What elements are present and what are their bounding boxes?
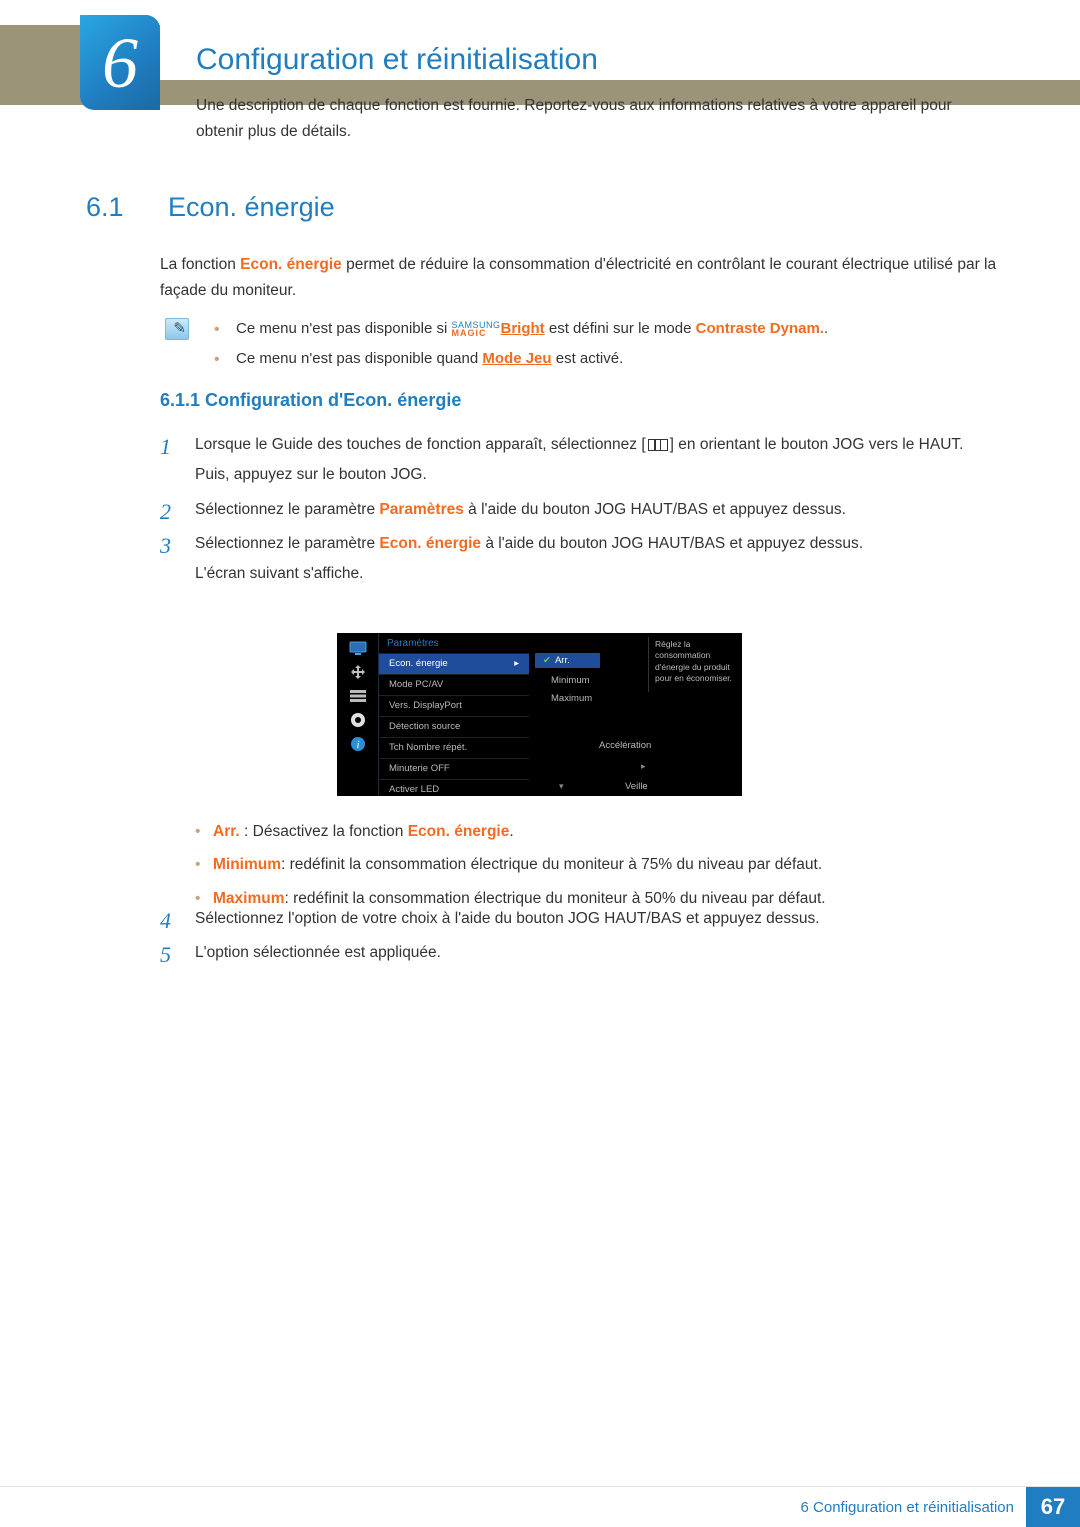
subsection-title: 6.1.1 Configuration d'Econ. énergie [160,390,461,411]
osd-menu-item: Minuterie OFF [379,758,529,779]
steps-list-cont: 4 Sélectionnez l'option de votre choix à… [160,906,1000,975]
step-number: 1 [160,428,171,465]
info-icon: i [348,735,368,753]
step-item: 1 Lorsque le Guide des touches de foncti… [160,432,1000,489]
option-desc-item: Minimum: redéfinit la consommation élect… [195,853,1000,876]
menu-icon [648,439,668,451]
osd-screenshot: i Paramètres Econ. énergie▸ Mode PC/AV V… [337,633,742,796]
step-item: 2 Sélectionnez le paramètre Paramètres à… [160,497,1000,523]
samsung-magic-label: SAMSUNGMAGIC [452,321,501,337]
step-item: 4 Sélectionnez l'option de votre choix à… [160,906,1000,932]
osd-menu: Paramètres Econ. énergie▸ Mode PC/AV Ver… [379,633,529,796]
osd-description: Réglez la consommation d'énergie du prod… [648,637,738,692]
osd-nav-icons: i [337,633,379,796]
step-number: 3 [160,527,171,564]
footer-text: 6 Configuration et réinitialisation [801,1499,1026,1516]
monitor-icon [348,639,368,657]
svg-text:i: i [356,739,359,751]
chapter-badge: 6 [80,15,160,110]
note-item: Ce menu n'est pas disponible quand Mode … [214,346,1000,372]
note-icon [165,318,189,340]
osd-value: Veille [625,781,648,792]
resize-icon [348,663,368,681]
chapter-description: Une description de chaque fonction est f… [196,93,1000,144]
section-title: Econ. énergie [168,192,335,223]
step-item: 3 Sélectionnez le paramètre Econ. énergi… [160,531,1000,588]
step-number: 2 [160,493,171,530]
osd-menu-item: Détection source [379,716,529,737]
osd-option-selected: Arr. [535,653,600,668]
osd-menu-item: Mode PC/AV [379,674,529,695]
osd-menu-item: Tch Nombre répét. [379,737,529,758]
osd-menu-header: Paramètres [379,633,529,653]
option-descriptions: Arr. : Désactivez la fonction Econ. éner… [195,820,1000,920]
option-desc-item: Arr. : Désactivez la fonction Econ. éner… [195,820,1000,843]
osd-options: Arr. Minimum Maximum Accélération ▸ Veil… [529,633,742,796]
osd-menu-item-selected: Econ. énergie▸ [379,653,529,674]
osd-value: Accélération [599,740,651,751]
arrow-down-icon: ▾ [559,781,564,792]
step-item: 5 L'option sélectionnée est appliquée. [160,940,1000,966]
osd-option: Minimum [551,675,590,686]
list-icon [348,687,368,705]
page-number: 67 [1026,1487,1080,1527]
note-item: Ce menu n'est pas disponible si SAMSUNGM… [214,316,1000,342]
section-intro: La fonction Econ. énergie permet de rédu… [160,252,1000,305]
notes-list: Ce menu n'est pas disponible si SAMSUNGM… [214,316,1000,375]
steps-list: 1 Lorsque le Guide des touches de foncti… [160,432,1000,596]
arrow-right-icon: ▸ [641,761,646,772]
chapter-number: 6 [102,27,138,99]
chapter-title: Configuration et réinitialisation [196,43,598,77]
section-number: 6.1 [86,192,124,223]
step-number: 5 [160,936,171,973]
osd-menu-item: Activer LED [379,779,529,800]
osd-menu-item: Vers. DisplayPort [379,695,529,716]
gear-icon [348,711,368,729]
footer: 6 Configuration et réinitialisation 67 [801,1487,1080,1527]
osd-option: Maximum [551,693,592,704]
step-number: 4 [160,902,171,939]
